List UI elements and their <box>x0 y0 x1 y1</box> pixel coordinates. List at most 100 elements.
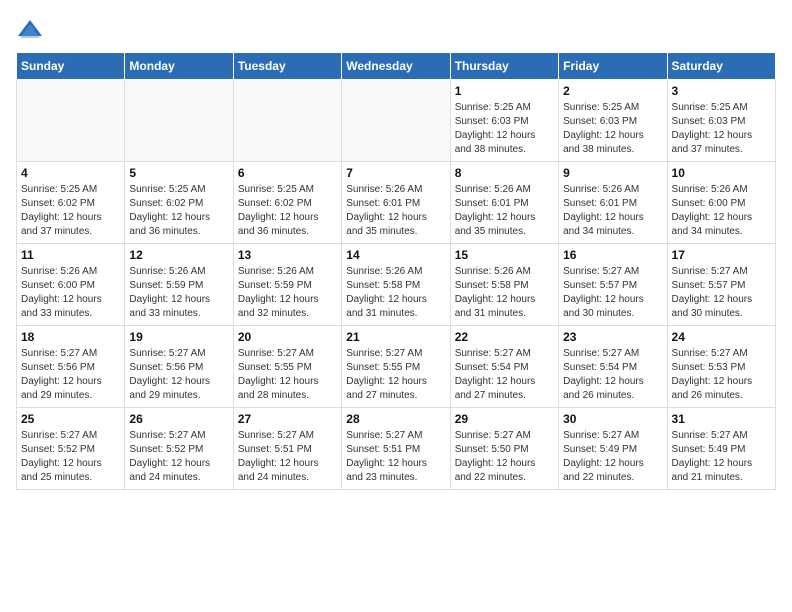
calendar-cell: 16 Sunrise: 5:27 AM Sunset: 5:57 PM Dayli… <box>559 244 667 326</box>
day-number: 12 <box>129 248 228 262</box>
day-number: 17 <box>672 248 771 262</box>
day-number: 27 <box>238 412 337 426</box>
day-number: 10 <box>672 166 771 180</box>
day-number: 22 <box>455 330 554 344</box>
weekday-header-sunday: Sunday <box>17 53 125 80</box>
day-number: 7 <box>346 166 445 180</box>
weekday-header-saturday: Saturday <box>667 53 775 80</box>
day-info: Sunrise: 5:27 AM Sunset: 5:52 PM Dayligh… <box>21 429 120 485</box>
calendar-week-row: 11 Sunrise: 5:26 AM Sunset: 6:00 PM Dayli… <box>17 244 776 326</box>
day-number: 19 <box>129 330 228 344</box>
calendar-cell: 17 Sunrise: 5:27 AM Sunset: 5:57 PM Dayli… <box>667 244 775 326</box>
calendar-cell: 27 Sunrise: 5:27 AM Sunset: 5:51 PM Dayli… <box>233 408 341 490</box>
day-number: 8 <box>455 166 554 180</box>
day-number: 29 <box>455 412 554 426</box>
calendar-cell: 19 Sunrise: 5:27 AM Sunset: 5:56 PM Dayli… <box>125 326 233 408</box>
day-number: 15 <box>455 248 554 262</box>
day-info: Sunrise: 5:26 AM Sunset: 6:01 PM Dayligh… <box>346 183 445 239</box>
day-info: Sunrise: 5:26 AM Sunset: 5:58 PM Dayligh… <box>455 265 554 321</box>
calendar-cell: 14 Sunrise: 5:26 AM Sunset: 5:58 PM Dayli… <box>342 244 450 326</box>
day-info: Sunrise: 5:27 AM Sunset: 5:53 PM Dayligh… <box>672 347 771 403</box>
calendar-cell: 13 Sunrise: 5:26 AM Sunset: 5:59 PM Dayli… <box>233 244 341 326</box>
calendar-cell: 2 Sunrise: 5:25 AM Sunset: 6:03 PM Daylig… <box>559 80 667 162</box>
day-number: 16 <box>563 248 662 262</box>
calendar-cell: 18Sunrise: 5:27 AM Sunset: 5:56 PM Dayli… <box>17 326 125 408</box>
day-number: 14 <box>346 248 445 262</box>
weekday-header-monday: Monday <box>125 53 233 80</box>
calendar-cell: 22 Sunrise: 5:27 AM Sunset: 5:54 PM Dayli… <box>450 326 558 408</box>
day-info: Sunrise: 5:27 AM Sunset: 5:56 PM Dayligh… <box>129 347 228 403</box>
day-info: Sunrise: 5:26 AM Sunset: 6:01 PM Dayligh… <box>563 183 662 239</box>
day-info: Sunrise: 5:27 AM Sunset: 5:54 PM Dayligh… <box>563 347 662 403</box>
day-info: Sunrise: 5:26 AM Sunset: 6:01 PM Dayligh… <box>455 183 554 239</box>
day-number: 11 <box>21 248 120 262</box>
day-info: Sunrise: 5:26 AM Sunset: 6:00 PM Dayligh… <box>672 183 771 239</box>
day-info: Sunrise: 5:27 AM Sunset: 5:49 PM Dayligh… <box>563 429 662 485</box>
calendar-cell: 21Sunrise: 5:27 AM Sunset: 5:55 PM Dayli… <box>342 326 450 408</box>
calendar-cell: 11 Sunrise: 5:26 AM Sunset: 6:00 PM Dayli… <box>17 244 125 326</box>
day-number: 5 <box>129 166 228 180</box>
weekday-header-thursday: Thursday <box>450 53 558 80</box>
day-info: Sunrise: 5:25 AM Sunset: 6:02 PM Dayligh… <box>21 183 120 239</box>
day-info: Sunrise: 5:26 AM Sunset: 5:59 PM Dayligh… <box>238 265 337 321</box>
calendar-cell: 7 Sunrise: 5:26 AM Sunset: 6:01 PM Daylig… <box>342 162 450 244</box>
weekday-header-friday: Friday <box>559 53 667 80</box>
day-info: Sunrise: 5:25 AM Sunset: 6:02 PM Dayligh… <box>238 183 337 239</box>
calendar-table: SundayMondayTuesdayWednesdayThursdayFrid… <box>16 52 776 490</box>
calendar-week-row: 1Sunrise: 5:25 AM Sunset: 6:03 PM Daylig… <box>17 80 776 162</box>
day-info: Sunrise: 5:26 AM Sunset: 6:00 PM Dayligh… <box>21 265 120 321</box>
day-info: Sunrise: 5:27 AM Sunset: 5:51 PM Dayligh… <box>238 429 337 485</box>
calendar-cell: 10 Sunrise: 5:26 AM Sunset: 6:00 PM Dayli… <box>667 162 775 244</box>
day-number: 9 <box>563 166 662 180</box>
day-number: 24 <box>672 330 771 344</box>
weekday-header-tuesday: Tuesday <box>233 53 341 80</box>
day-info: Sunrise: 5:27 AM Sunset: 5:49 PM Dayligh… <box>672 429 771 485</box>
logo-icon <box>16 16 44 44</box>
calendar-week-row: 4 Sunrise: 5:25 AM Sunset: 6:02 PM Daylig… <box>17 162 776 244</box>
day-info: Sunrise: 5:26 AM Sunset: 5:58 PM Dayligh… <box>346 265 445 321</box>
day-number: 28 <box>346 412 445 426</box>
calendar-cell: 23Sunrise: 5:27 AM Sunset: 5:54 PM Dayli… <box>559 326 667 408</box>
day-number: 21 <box>346 330 445 344</box>
day-info: Sunrise: 5:27 AM Sunset: 5:51 PM Dayligh… <box>346 429 445 485</box>
calendar-cell: 24 Sunrise: 5:27 AM Sunset: 5:53 PM Dayli… <box>667 326 775 408</box>
day-number: 6 <box>238 166 337 180</box>
page-header <box>16 16 776 44</box>
calendar-cell: 5 Sunrise: 5:25 AM Sunset: 6:02 PM Daylig… <box>125 162 233 244</box>
day-number: 25 <box>21 412 120 426</box>
calendar-cell: 12 Sunrise: 5:26 AM Sunset: 5:59 PM Dayli… <box>125 244 233 326</box>
day-number: 2 <box>563 84 662 98</box>
day-info: Sunrise: 5:25 AM Sunset: 6:03 PM Dayligh… <box>563 101 662 157</box>
day-number: 18 <box>21 330 120 344</box>
calendar-cell: 8 Sunrise: 5:26 AM Sunset: 6:01 PM Daylig… <box>450 162 558 244</box>
calendar-cell: 4 Sunrise: 5:25 AM Sunset: 6:02 PM Daylig… <box>17 162 125 244</box>
day-info: Sunrise: 5:27 AM Sunset: 5:54 PM Dayligh… <box>455 347 554 403</box>
calendar-cell: 26Sunrise: 5:27 AM Sunset: 5:52 PM Dayli… <box>125 408 233 490</box>
day-number: 13 <box>238 248 337 262</box>
day-number: 20 <box>238 330 337 344</box>
day-info: Sunrise: 5:26 AM Sunset: 5:59 PM Dayligh… <box>129 265 228 321</box>
calendar-cell: 29 Sunrise: 5:27 AM Sunset: 5:50 PM Dayli… <box>450 408 558 490</box>
calendar-cell <box>342 80 450 162</box>
calendar-week-row: 18 Sunrise: 5:27 AM Sunset: 5:56 PM Dayli… <box>17 326 776 408</box>
day-info: Sunrise: 5:27 AM Sunset: 5:57 PM Dayligh… <box>672 265 771 321</box>
calendar-cell <box>233 80 341 162</box>
day-info: Sunrise: 5:25 AM Sunset: 6:03 PM Dayligh… <box>455 101 554 157</box>
day-number: 26 <box>129 412 228 426</box>
calendar-cell: 28 Sunrise: 5:27 AM Sunset: 5:51 PM Dayli… <box>342 408 450 490</box>
calendar-cell: 20Sunrise: 5:27 AM Sunset: 5:55 PM Dayli… <box>233 326 341 408</box>
day-info: Sunrise: 5:25 AM Sunset: 6:02 PM Dayligh… <box>129 183 228 239</box>
calendar-cell: 31 Sunrise: 5:27 AM Sunset: 5:49 PM Dayli… <box>667 408 775 490</box>
day-number: 4 <box>21 166 120 180</box>
weekday-header-wednesday: Wednesday <box>342 53 450 80</box>
calendar-header-row: SundayMondayTuesdayWednesdayThursdayFrid… <box>17 53 776 80</box>
day-number: 3 <box>672 84 771 98</box>
calendar-cell: 1Sunrise: 5:25 AM Sunset: 6:03 PM Daylig… <box>450 80 558 162</box>
calendar-cell: 6 Sunrise: 5:25 AM Sunset: 6:02 PM Daylig… <box>233 162 341 244</box>
calendar-cell: 3 Sunrise: 5:25 AM Sunset: 6:03 PM Daylig… <box>667 80 775 162</box>
day-number: 31 <box>672 412 771 426</box>
day-info: Sunrise: 5:27 AM Sunset: 5:57 PM Dayligh… <box>563 265 662 321</box>
day-info: Sunrise: 5:27 AM Sunset: 5:50 PM Dayligh… <box>455 429 554 485</box>
day-info: Sunrise: 5:25 AM Sunset: 6:03 PM Dayligh… <box>672 101 771 157</box>
logo <box>16 16 48 44</box>
